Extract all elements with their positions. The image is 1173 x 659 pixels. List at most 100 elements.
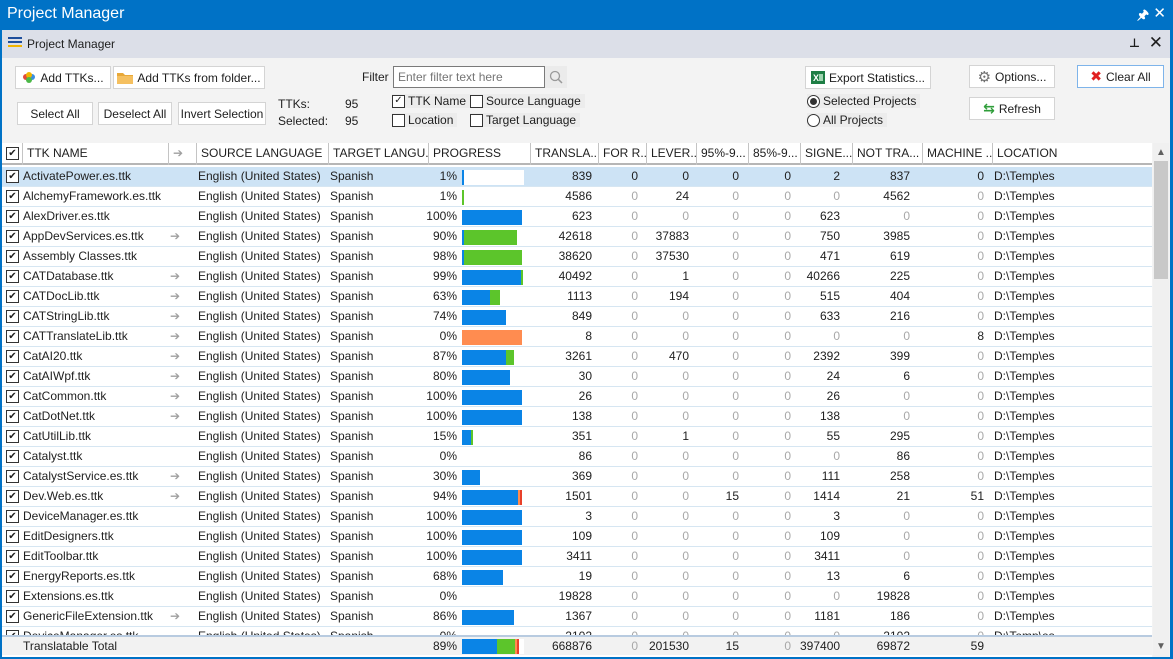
for-review-count: 0	[631, 449, 638, 463]
selected-projects-radio[interactable]: Selected Projects	[807, 94, 921, 108]
table-row[interactable]: ✔ CATStringLib.ttk ➔ English (United States…	[2, 307, 1152, 327]
table-row[interactable]: ✔ CATDocLib.ttk ➔ English (United States) Sp…	[2, 287, 1152, 307]
column-header-not-translated[interactable]: NOT TRA...	[852, 143, 922, 165]
column-header-leveraged[interactable]: LEVER...	[646, 143, 696, 165]
row-checkbox[interactable]: ✔	[6, 530, 19, 543]
panel-pin-icon[interactable]: ⊥	[1129, 36, 1140, 50]
row-checkbox[interactable]: ✔	[6, 510, 19, 523]
row-checkbox[interactable]: ✔	[6, 450, 19, 463]
filter-ttk-name-checkbox[interactable]: ✓ TTK Name	[392, 94, 471, 108]
table-row[interactable]: ✔ Assembly Classes.ttk English (United Sta…	[2, 247, 1152, 267]
row-checkbox[interactable]: ✔	[6, 270, 19, 283]
search-button[interactable]	[545, 66, 567, 88]
column-header-for-review[interactable]: FOR R...	[598, 143, 646, 165]
translatable-count: 42618	[558, 229, 592, 243]
add-ttks-label: Add TTKs...	[40, 70, 104, 85]
row-checkbox[interactable]: ✔	[6, 550, 19, 563]
column-header-location[interactable]: LOCATION	[992, 143, 1152, 165]
all-projects-radio[interactable]: All Projects	[807, 113, 888, 127]
table-row[interactable]: ✔ DeviceManager.es.ttk English (United Sta…	[2, 507, 1152, 527]
progress-bar-blue	[462, 410, 522, 425]
column-header-source-language[interactable]: SOURCE LANGUAGE	[196, 143, 328, 165]
table-row[interactable]: ✔ EditToolbar.ttk English (United States) S…	[2, 547, 1152, 567]
ttk-name: Dev.Web.es.ttk	[23, 489, 104, 503]
table-row[interactable]: ✔ EditDesigners.ttk English (United States…	[2, 527, 1152, 547]
add-from-folder-label: Add TTKs from folder...	[137, 70, 261, 85]
machine-count: 51	[970, 489, 984, 503]
column-header-95-99[interactable]: 95%-9...	[696, 143, 748, 165]
row-checkbox[interactable]: ✔	[6, 390, 19, 403]
row-checkbox[interactable]: ✔	[6, 410, 19, 423]
column-header-target-language[interactable]: TARGET LANGU...	[328, 143, 428, 165]
table-row[interactable]: ✔ Catalyst.ttk English (United States) Span…	[2, 447, 1152, 467]
row-checkbox[interactable]: ✔	[6, 430, 19, 443]
options-button[interactable]: ⚙ Options...	[969, 65, 1055, 88]
scroll-thumb[interactable]	[1154, 161, 1168, 279]
scroll-down-icon[interactable]: ▼	[1153, 639, 1169, 655]
table-row[interactable]: ✔ ActivatePower.es.ttk English (United Sta…	[2, 167, 1152, 187]
filter-label: Filter	[362, 70, 389, 84]
table-row[interactable]: ✔ AlexDriver.es.ttk English (United States…	[2, 207, 1152, 227]
select-all-rows-checkbox[interactable]: ✔	[6, 147, 19, 160]
panel-close-icon[interactable]: ✕	[1149, 33, 1163, 53]
pin-icon[interactable]: 🖈︎	[1137, 6, 1149, 28]
refresh-button[interactable]: ⇆ Refresh	[969, 97, 1055, 120]
for-review-count: 0	[631, 409, 638, 423]
column-header-ttk-name[interactable]: TTK NAME	[22, 143, 168, 165]
table-row[interactable]: ✔ CatAI20.ttk ➔ English (United States) Span…	[2, 347, 1152, 367]
deselect-all-button[interactable]: Deselect All	[98, 102, 172, 125]
invert-selection-button[interactable]: Invert Selection	[178, 102, 266, 125]
row-checkbox[interactable]: ✔	[6, 330, 19, 343]
clear-all-button[interactable]: ✖ Clear All	[1077, 65, 1164, 88]
table-row[interactable]: ✔ CatDotNet.ttk ➔ English (United States) Sp…	[2, 407, 1152, 427]
add-ttks-from-folder-button[interactable]: Add TTKs from folder...	[113, 66, 265, 89]
column-header-85-94[interactable]: 85%-9...	[748, 143, 800, 165]
table-row[interactable]: ✔ EnergyReports.es.ttk English (United Sta…	[2, 567, 1152, 587]
table-row[interactable]: ✔ CATTranslateLib.ttk ➔ English (United Sta…	[2, 327, 1152, 347]
row-checkbox[interactable]: ✔	[6, 570, 19, 583]
table-row[interactable]: ✔ CatUtilLib.ttk English (United States) Sp…	[2, 427, 1152, 447]
85-94-count: 0	[784, 249, 791, 263]
filter-target-language-checkbox[interactable]: Target Language	[470, 113, 581, 127]
machine-count: 0	[977, 429, 984, 443]
column-header-progress[interactable]: PROGRESS	[428, 143, 530, 165]
row-checkbox[interactable]: ✔	[6, 470, 19, 483]
filter-input[interactable]	[393, 66, 545, 88]
close-icon[interactable]: ✕	[1153, 4, 1166, 22]
table-row[interactable]: ✔ CatCommon.ttk ➔ English (United States) Sp…	[2, 387, 1152, 407]
row-checkbox[interactable]: ✔	[6, 590, 19, 603]
row-checkbox[interactable]: ✔	[6, 370, 19, 383]
table-row[interactable]: ✔ Dev.Web.es.ttk ➔ English (United States) S…	[2, 487, 1152, 507]
row-checkbox[interactable]: ✔	[6, 610, 19, 623]
column-header-translatable[interactable]: TRANSLA...	[530, 143, 598, 165]
export-statistics-button[interactable]: X Export Statistics...	[805, 66, 931, 89]
location: D:\Temp\es	[994, 509, 1055, 523]
row-checkbox[interactable]: ✔	[6, 190, 19, 203]
menu-icon[interactable]	[8, 37, 22, 50]
table-row[interactable]: ✔ CATDatabase.ttk ➔ English (United States)…	[2, 267, 1152, 287]
column-header-machine[interactable]: MACHINE ...	[922, 143, 992, 165]
table-row[interactable]: ✔ Extensions.es.ttk English (United States…	[2, 587, 1152, 607]
filter-location-checkbox[interactable]: Location	[392, 113, 458, 127]
row-checkbox[interactable]: ✔	[6, 170, 19, 183]
not-translated-count: 6	[903, 569, 910, 583]
row-checkbox[interactable]: ✔	[6, 310, 19, 323]
row-checkbox[interactable]: ✔	[6, 230, 19, 243]
table-row[interactable]: ✔ AlchemyFramework.es.ttk English (United …	[2, 187, 1152, 207]
column-header-arrow[interactable]: ➔	[168, 143, 196, 165]
table-row[interactable]: ✔ CatalystService.es.ttk ➔ English (United …	[2, 467, 1152, 487]
row-checkbox[interactable]: ✔	[6, 290, 19, 303]
column-header-signed-off[interactable]: SIGNE...	[800, 143, 852, 165]
row-checkbox[interactable]: ✔	[6, 490, 19, 503]
row-checkbox[interactable]: ✔	[6, 250, 19, 263]
table-row[interactable]: ✔ CatAIWpf.ttk ➔ English (United States) Spa…	[2, 367, 1152, 387]
table-row[interactable]: ✔ GenericFileExtension.ttk ➔ English (Unite…	[2, 607, 1152, 627]
scroll-up-icon[interactable]: ▲	[1153, 145, 1169, 161]
add-ttks-button[interactable]: Add TTKs...	[15, 66, 111, 89]
select-all-button[interactable]: Select All	[17, 102, 93, 125]
row-checkbox[interactable]: ✔	[6, 210, 19, 223]
vertical-scrollbar[interactable]: ▲ ▼	[1153, 143, 1169, 657]
filter-source-language-checkbox[interactable]: Source Language	[470, 94, 585, 108]
row-checkbox[interactable]: ✔	[6, 350, 19, 363]
table-row[interactable]: ✔ AppDevServices.es.ttk ➔ English (United S…	[2, 227, 1152, 247]
